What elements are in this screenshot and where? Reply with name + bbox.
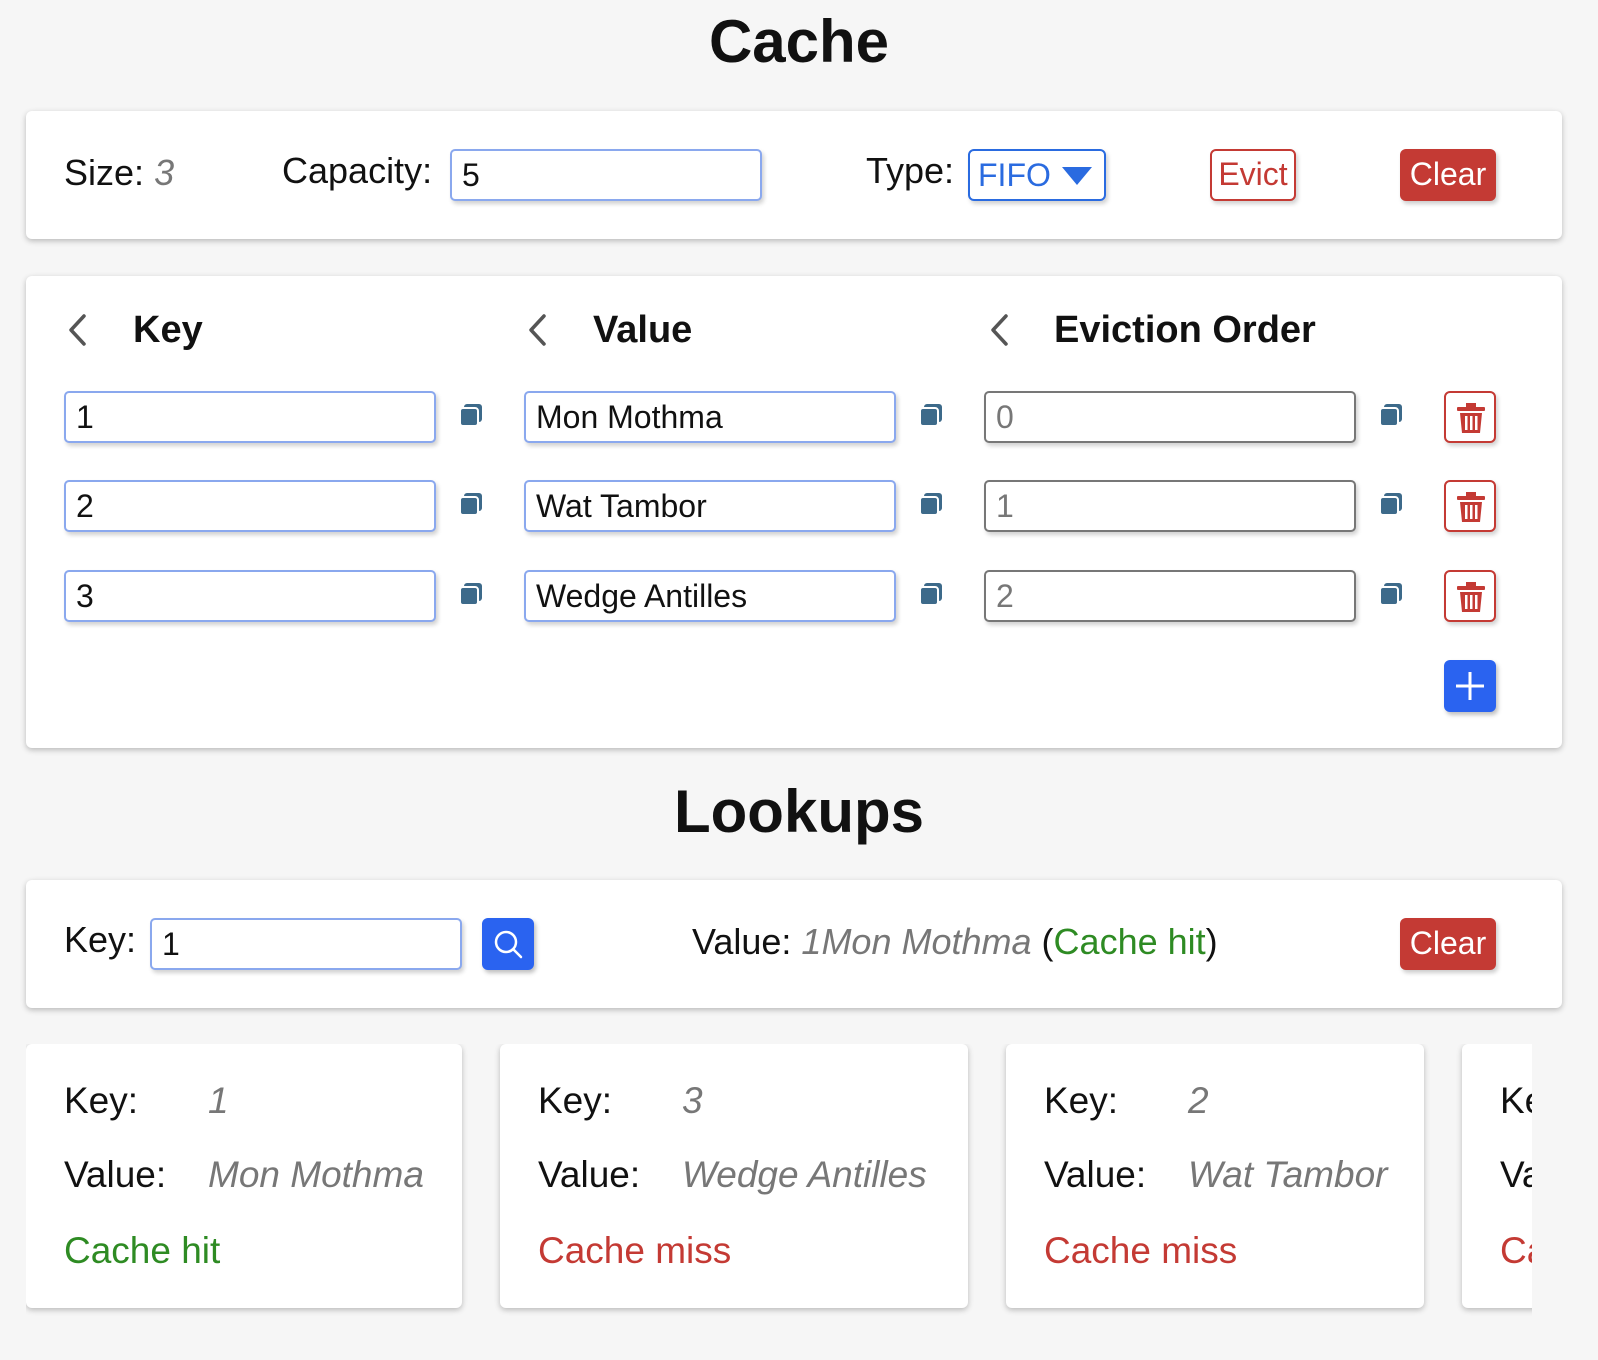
cache-controls-panel: Size: 3 Capacity: 5 Type: FIFO Evict Cle… xyxy=(26,111,1562,239)
lookup-key-input[interactable]: 1 xyxy=(150,918,462,970)
lookup-result-value: 1Mon Mothma xyxy=(801,921,1032,962)
cache-title: Cache xyxy=(708,8,890,75)
history-key-value: 2 xyxy=(1188,1080,1209,1121)
size-value: 3 xyxy=(154,152,175,193)
capacity-label: Capacity: xyxy=(282,150,433,191)
copy-icon[interactable] xyxy=(1378,402,1404,428)
lookup-status: Cache hit xyxy=(1053,921,1206,962)
delete-row-button[interactable] xyxy=(1444,391,1496,443)
clear-cache-button[interactable]: Clear xyxy=(1400,149,1496,201)
history-card: Key: Value: Cache miss xyxy=(1462,1044,1532,1308)
clear-lookups-button[interactable]: Clear xyxy=(1400,918,1496,970)
lookup-close-paren: ) xyxy=(1205,921,1218,962)
value-text: Wat Tambor xyxy=(536,488,707,524)
page: Cache Size: 3 Capacity: 5 Type: FIFO Evi… xyxy=(0,0,1598,1360)
search-button[interactable] xyxy=(482,918,534,970)
value-text: Mon Mothma xyxy=(536,399,723,435)
add-row-button[interactable] xyxy=(1444,660,1496,712)
column-header-eviction-order: Eviction Order xyxy=(1054,309,1316,351)
history-status: Cache miss xyxy=(1500,1230,1532,1271)
capacity-value: 5 xyxy=(462,157,480,193)
eviction-order-value: 1 xyxy=(996,488,1014,524)
history-value-label: Value: xyxy=(1044,1154,1147,1195)
type-select[interactable]: FIFO xyxy=(968,149,1106,201)
search-icon xyxy=(494,930,523,959)
copy-icon[interactable] xyxy=(1378,581,1404,607)
delete-row-button[interactable] xyxy=(1444,480,1496,532)
trash-icon xyxy=(1457,582,1485,612)
lookup-value-label: Value: xyxy=(692,921,792,962)
lookups-title: Lookups xyxy=(674,778,924,845)
type-label: Type: xyxy=(866,150,955,191)
caret-down-icon xyxy=(1062,167,1092,185)
trash-icon xyxy=(1457,492,1485,522)
copy-icon[interactable] xyxy=(458,581,484,607)
column-header-value: Value xyxy=(593,309,693,351)
key-value: 2 xyxy=(76,488,94,524)
type-select-value: FIFO xyxy=(978,157,1051,193)
key-input[interactable]: 3 xyxy=(64,570,436,622)
copy-icon[interactable] xyxy=(918,491,944,517)
history-card: Key: 3 Value: Wedge Antilles Cache miss xyxy=(500,1044,968,1308)
history-key-label: Key: xyxy=(1044,1080,1119,1121)
key-input[interactable]: 1 xyxy=(64,391,436,443)
eviction-order-value: 2 xyxy=(996,578,1014,614)
value-input[interactable]: Mon Mothma xyxy=(524,391,896,443)
cache-table-panel: Key Value Eviction Order 1 Mon Mothma 0 … xyxy=(26,276,1562,748)
lookup-open-paren: ( xyxy=(1041,921,1054,962)
history-key-label: Key: xyxy=(1500,1080,1532,1121)
history-status: Cache miss xyxy=(538,1230,732,1271)
chevron-left-icon[interactable] xyxy=(984,312,1020,348)
chevron-left-icon[interactable] xyxy=(62,312,98,348)
history-key-label: Key: xyxy=(538,1080,613,1121)
history-key-label: Key: xyxy=(64,1080,139,1121)
copy-icon[interactable] xyxy=(458,491,484,517)
column-header-key: Key xyxy=(133,309,203,351)
copy-icon[interactable] xyxy=(918,402,944,428)
history-value-label: Value: xyxy=(538,1154,641,1195)
history-value-label: Value: xyxy=(64,1154,167,1195)
history-card: Key: 2 Value: Wat Tambor Cache miss xyxy=(1006,1044,1424,1308)
value-input[interactable]: Wedge Antilles xyxy=(524,570,896,622)
history-key-value: 1 xyxy=(208,1080,229,1121)
eviction-order-value: 0 xyxy=(996,399,1014,435)
value-input[interactable]: Wat Tambor xyxy=(524,480,896,532)
evict-button[interactable]: Evict xyxy=(1210,149,1296,201)
size-label: Size: xyxy=(64,152,145,193)
history-value: Wedge Antilles xyxy=(682,1154,927,1195)
copy-icon[interactable] xyxy=(918,581,944,607)
key-value: 3 xyxy=(76,578,94,614)
lookup-panel: Key: 1 Value: 1Mon Mothma (Cache hit) Cl… xyxy=(26,880,1562,1008)
delete-row-button[interactable] xyxy=(1444,570,1496,622)
chevron-left-icon[interactable] xyxy=(522,312,558,348)
lookup-result: Value: 1Mon Mothma (Cache hit) xyxy=(692,924,1218,960)
copy-icon[interactable] xyxy=(458,402,484,428)
lookup-history: Key: 1 Value: Mon Mothma Cache hit Key: … xyxy=(26,1044,1532,1324)
copy-icon[interactable] xyxy=(1378,491,1404,517)
lookup-key-value: 1 xyxy=(162,926,180,962)
key-input[interactable]: 2 xyxy=(64,480,436,532)
history-value: Wat Tambor xyxy=(1188,1154,1388,1195)
history-value-label: Value: xyxy=(1500,1154,1532,1195)
trash-icon xyxy=(1457,403,1485,433)
history-value: Mon Mothma xyxy=(208,1154,424,1195)
history-status: Cache hit xyxy=(64,1230,221,1271)
eviction-order-input[interactable]: 0 xyxy=(984,391,1356,443)
eviction-order-input[interactable]: 2 xyxy=(984,570,1356,622)
plus-icon xyxy=(1456,672,1484,700)
size-display: Size: 3 xyxy=(64,155,174,191)
value-text: Wedge Antilles xyxy=(536,578,748,614)
eviction-order-input[interactable]: 1 xyxy=(984,480,1356,532)
capacity-input[interactable]: 5 xyxy=(450,149,762,201)
history-card: Key: 1 Value: Mon Mothma Cache hit xyxy=(26,1044,462,1308)
history-status: Cache miss xyxy=(1044,1230,1238,1271)
history-key-value: 3 xyxy=(682,1080,703,1121)
lookup-key-label: Key: xyxy=(64,919,137,960)
key-value: 1 xyxy=(76,399,94,435)
